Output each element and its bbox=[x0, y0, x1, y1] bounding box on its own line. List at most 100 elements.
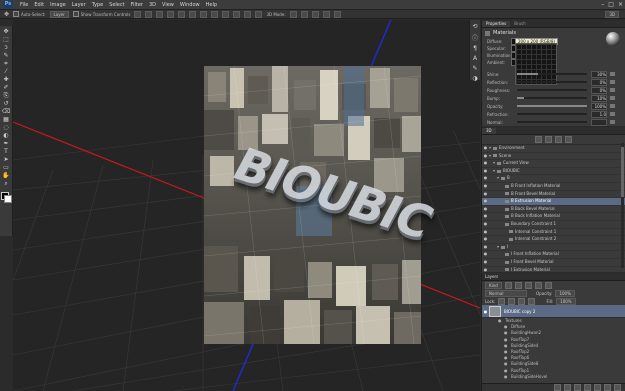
scene-tree-item[interactable]: ● B Front Bevel Material bbox=[482, 191, 625, 199]
eye-icon[interactable]: ● bbox=[482, 221, 489, 228]
eye-icon[interactable]: ● bbox=[482, 309, 489, 314]
eye-icon[interactable]: ● bbox=[482, 213, 489, 220]
scene-scrollbar[interactable] bbox=[621, 143, 624, 268]
distribute-bottom-button[interactable] bbox=[222, 10, 230, 18]
healing-tool-icon[interactable]: ✚ bbox=[2, 76, 11, 83]
workspace-dropdown[interactable]: 3D bbox=[605, 10, 619, 18]
path-select-tool-icon[interactable]: ➤ bbox=[2, 156, 11, 163]
brush-presets-icon[interactable]: ✎ bbox=[472, 65, 477, 72]
scene-tree-item[interactable]: ● Internal Constraint 1 bbox=[482, 229, 625, 237]
slider-value[interactable]: 10% bbox=[591, 94, 607, 102]
auto-select-checkbox[interactable]: Auto-Select: bbox=[13, 11, 46, 17]
crop-tool-icon[interactable]: ⌗ bbox=[2, 60, 11, 67]
texture-folder-icon[interactable] bbox=[610, 104, 615, 108]
adjustments-icon[interactable]: ◑ bbox=[472, 75, 477, 82]
slider-track[interactable] bbox=[517, 121, 587, 123]
new-group-button[interactable] bbox=[594, 384, 601, 391]
canvas-document[interactable]: BIOUBIC bbox=[203, 65, 441, 345]
minimize-icon[interactable]: – bbox=[601, 1, 604, 8]
show-transform-checkbox[interactable]: Show Transform Controls bbox=[72, 11, 130, 17]
tab-brush[interactable]: Brush bbox=[510, 21, 530, 27]
slider-track[interactable] bbox=[517, 81, 587, 83]
eye-icon[interactable]: ● bbox=[482, 251, 489, 258]
pen-tool-icon[interactable]: ✒ bbox=[2, 140, 11, 147]
orbit-3d-button[interactable] bbox=[289, 10, 297, 18]
eyedropper-tool-icon[interactable]: ⁄ bbox=[2, 68, 11, 75]
menu-select[interactable]: Select bbox=[106, 2, 127, 8]
menu-3d[interactable]: 3D bbox=[146, 2, 159, 8]
shape-tool-icon[interactable]: ▭ bbox=[2, 164, 11, 171]
eye-icon[interactable]: ● bbox=[482, 145, 489, 152]
tab-properties[interactable]: Properties bbox=[482, 21, 511, 27]
texture-folder-icon[interactable] bbox=[610, 88, 615, 92]
menu-file[interactable]: File bbox=[17, 2, 31, 8]
scene-tree-item[interactable]: ● I Front Inflation Material bbox=[482, 251, 625, 259]
checkbox-box[interactable] bbox=[13, 11, 20, 17]
layer-kind-dropdown[interactable]: Kind bbox=[485, 281, 502, 289]
texture-folder-icon[interactable] bbox=[610, 96, 615, 100]
dodge-tool-icon[interactable]: ◐ bbox=[2, 132, 11, 139]
scene-tree-item[interactable]: ● B Front Inflation Material bbox=[482, 183, 625, 191]
filter-adjust-button[interactable] bbox=[514, 281, 522, 289]
color-swatches[interactable] bbox=[1, 192, 12, 203]
texture-folder-icon[interactable] bbox=[610, 120, 615, 124]
slider-track[interactable] bbox=[517, 113, 587, 115]
texture-folder-icon[interactable] bbox=[610, 112, 615, 116]
close-icon[interactable]: × bbox=[618, 1, 623, 8]
menu-layer[interactable]: Layer bbox=[69, 2, 89, 8]
scene-scroll-thumb[interactable] bbox=[621, 147, 624, 197]
slider-value[interactable]: 0% bbox=[591, 86, 607, 94]
blend-mode-dropdown[interactable]: Normal bbox=[485, 289, 527, 297]
scene-tree-item[interactable]: ● ▾ Environment bbox=[482, 145, 625, 153]
zoom-tool-icon[interactable]: ⌕ bbox=[2, 180, 11, 187]
slider-value[interactable]: 0% bbox=[591, 78, 607, 86]
eye-icon[interactable]: ● bbox=[482, 236, 489, 243]
tab-3d[interactable]: 3D bbox=[482, 128, 496, 134]
align-left-button[interactable] bbox=[167, 10, 175, 18]
eye-icon[interactable]: ● bbox=[482, 153, 489, 160]
scene-tree-item[interactable]: ● ▾ BIOUBIC bbox=[482, 168, 625, 176]
lock-image-button[interactable] bbox=[508, 297, 516, 305]
scene-tree-item[interactable]: ● ▾ Scene bbox=[482, 153, 625, 161]
eye-icon[interactable]: ● bbox=[482, 259, 489, 266]
pan-3d-button[interactable] bbox=[311, 10, 319, 18]
texture-folder-icon[interactable] bbox=[610, 72, 615, 76]
sublayer-item[interactable]: ● BuildingSideHovel bbox=[482, 374, 625, 380]
align-center-button[interactable] bbox=[178, 10, 186, 18]
align-bottom-button[interactable] bbox=[156, 10, 164, 18]
eye-icon[interactable]: ● bbox=[482, 168, 489, 175]
distribute-middle-button[interactable] bbox=[211, 10, 219, 18]
fill-field[interactable]: 100% bbox=[556, 297, 576, 305]
scene-tree-item[interactable]: ● I Front Bevel Material bbox=[482, 259, 625, 267]
align-middle-button[interactable] bbox=[145, 10, 153, 18]
filter-scene-button[interactable] bbox=[535, 136, 542, 143]
scene-tree-item[interactable]: ● Boundary Constraint 1 bbox=[482, 221, 625, 229]
new-adjustment-button[interactable] bbox=[584, 384, 591, 391]
delete-layer-button[interactable] bbox=[614, 384, 621, 391]
move-tool-icon[interactable]: ✥ bbox=[2, 28, 11, 35]
lock-all-button[interactable] bbox=[528, 297, 536, 305]
eye-icon[interactable]: ● bbox=[482, 206, 489, 213]
menu-window[interactable]: Window bbox=[177, 2, 203, 8]
distribute-right-button[interactable] bbox=[255, 10, 263, 18]
eye-icon[interactable]: ● bbox=[482, 160, 489, 167]
type-tool-icon[interactable]: T bbox=[2, 148, 11, 155]
add-style-button[interactable] bbox=[564, 384, 571, 391]
filter-type-button[interactable] bbox=[524, 281, 532, 289]
filter-lights-button[interactable] bbox=[565, 136, 572, 143]
maximize-icon[interactable]: □ bbox=[608, 1, 614, 8]
scene-tree-item[interactable]: ● ▾ Current View bbox=[482, 160, 625, 168]
eye-icon[interactable]: ● bbox=[482, 229, 489, 236]
lock-position-button[interactable] bbox=[518, 297, 526, 305]
quick-select-tool-icon[interactable]: ✎ bbox=[2, 52, 11, 59]
filter-pixel-button[interactable] bbox=[504, 281, 512, 289]
slider-track[interactable] bbox=[517, 105, 587, 107]
eye-icon[interactable]: ● bbox=[482, 244, 489, 251]
eraser-tool-icon[interactable]: ⌫ bbox=[2, 108, 11, 115]
add-mask-button[interactable] bbox=[574, 384, 581, 391]
slider-track[interactable] bbox=[517, 73, 587, 75]
texture-folder-icon[interactable] bbox=[610, 80, 615, 84]
opacity-field[interactable]: 100% bbox=[555, 289, 575, 297]
auto-select-dropdown[interactable]: Layer bbox=[49, 10, 69, 18]
clone-tool-icon[interactable]: ⎘ bbox=[2, 92, 11, 99]
